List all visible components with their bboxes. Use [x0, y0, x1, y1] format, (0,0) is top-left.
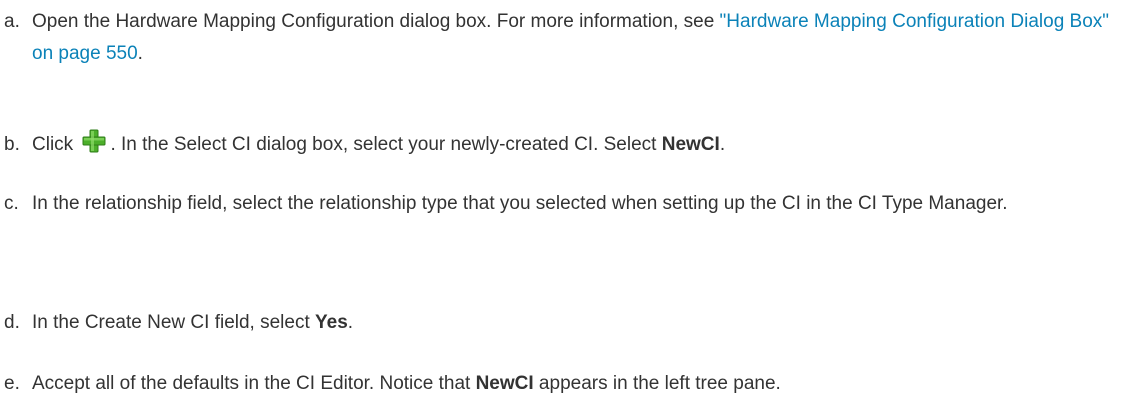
ci-name-bold: NewCI [475, 373, 534, 394]
step-text: Click . In the Select CI dialog box, sel… [32, 129, 1110, 161]
option-bold: Yes [315, 312, 348, 333]
step-marker: d. [4, 312, 20, 333]
step-marker: e. [4, 373, 20, 394]
step-text: In the Create New CI field, select Yes. [32, 307, 1110, 339]
step-text-pre: In the Create New CI field, select [32, 312, 316, 333]
step-marker: b. [4, 134, 20, 155]
ci-name-bold: NewCI [661, 134, 720, 155]
step-text: In the relationship field, select the re… [32, 193, 1008, 214]
step-text: Open the Hardware Mapping Configuration … [32, 6, 1110, 70]
step-text: Accept all of the defaults in the CI Edi… [32, 368, 1110, 400]
step-text-post: . [347, 312, 354, 333]
step-text-pre: Accept all of the defaults in the CI Edi… [32, 373, 476, 394]
step-text-mid: . In the Select CI dialog box, select yo… [110, 134, 662, 155]
step-text-post: appears in the left tree pane. [533, 373, 781, 394]
step-text-post: . [137, 43, 143, 64]
step-marker: a. [4, 11, 20, 32]
step-marker: c. [4, 193, 19, 214]
step-text-post: . [719, 134, 726, 155]
step-text-pre: Open the Hardware Mapping Configuration … [32, 11, 720, 32]
add-plus-icon [82, 129, 106, 153]
step-text-pre: Click [32, 134, 79, 155]
